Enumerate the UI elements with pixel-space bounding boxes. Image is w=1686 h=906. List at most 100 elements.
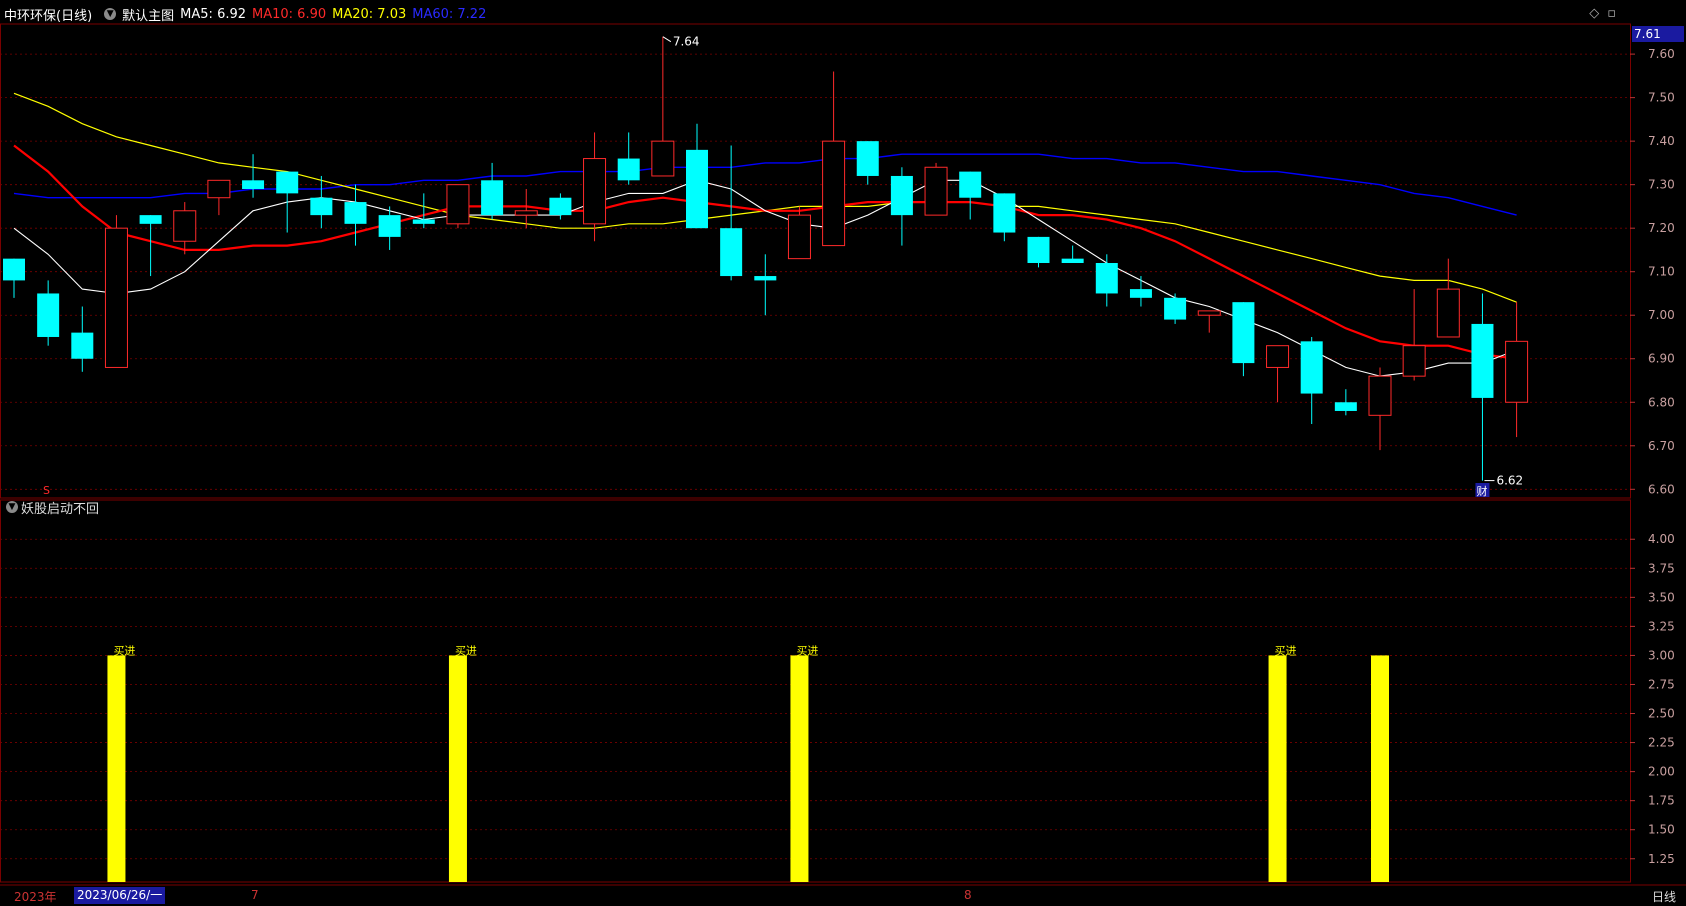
candle-body	[617, 158, 640, 181]
candle-body	[1505, 340, 1529, 403]
candle	[104, 215, 128, 368]
candle-body	[1232, 302, 1255, 364]
signal-label: 买进	[796, 644, 818, 657]
main-y-tick-label: 7.30	[1648, 178, 1675, 192]
candle-body	[139, 215, 162, 224]
candle	[481, 162, 504, 220]
candle-body	[822, 140, 846, 247]
main-y-tick-label: 7.50	[1648, 91, 1675, 105]
main-y-tick-label: 7.10	[1648, 265, 1675, 279]
candle-body	[344, 202, 367, 224]
main-y-tick-label: 6.60	[1648, 482, 1675, 496]
chart-canvas[interactable]: 7.60 7.50 7.40 7.30 7.20 7.10 7.00 6.90 6.80 6.70…	[0, 0, 1686, 906]
candle-body	[104, 227, 128, 368]
main-y-tick-label: 6.80	[1648, 395, 1675, 409]
candle	[1402, 289, 1426, 381]
candle	[207, 179, 231, 216]
candle	[617, 132, 640, 185]
candle-body	[1368, 375, 1392, 416]
candle	[1300, 336, 1323, 425]
candle-body	[242, 180, 265, 190]
x-label-month-8: 8	[964, 888, 972, 902]
candle	[1164, 293, 1187, 324]
candle-body	[1061, 258, 1084, 263]
candle-body	[993, 193, 1016, 233]
candle	[583, 132, 607, 242]
candle-body	[1095, 263, 1118, 294]
ma10-line	[13, 144, 1517, 360]
sub-y-tick-label: 4.00	[1648, 532, 1675, 546]
signal-label: 买进	[455, 644, 477, 657]
sub-y-tick-label: 3.25	[1648, 619, 1675, 633]
indicator-name[interactable]: 妖股启动不回	[21, 498, 99, 517]
candle	[924, 162, 948, 216]
candle-body	[856, 141, 879, 176]
candle-body	[1471, 323, 1494, 398]
main-y-tick-label: 7.40	[1648, 134, 1675, 148]
period-daily-button[interactable]: 日线	[1652, 888, 1676, 905]
s-marker-label: S	[43, 484, 50, 497]
main-y-tick-label: 7.60	[1648, 47, 1675, 61]
current-price-tag: 7.61	[1632, 26, 1684, 42]
indicator-dropdown-icon[interactable]: ▼	[6, 501, 18, 513]
candle	[1061, 245, 1084, 263]
candle-body	[787, 214, 811, 260]
candle-body	[1334, 402, 1357, 411]
candle	[1027, 236, 1050, 268]
candle-body	[1129, 289, 1152, 298]
candle-body	[754, 276, 777, 281]
candle	[71, 306, 94, 372]
signal-bar	[1268, 655, 1287, 882]
main-y-tick-label: 7.00	[1648, 308, 1675, 322]
sub-y-tick-label: 2.50	[1648, 707, 1675, 721]
candle	[686, 123, 708, 229]
sub-y-tick-label: 2.25	[1648, 736, 1675, 750]
candle	[890, 167, 913, 246]
candle-body	[1164, 297, 1187, 320]
candle	[37, 280, 60, 346]
candle-body	[686, 149, 708, 229]
candle	[1266, 345, 1290, 403]
candle-body	[412, 219, 435, 224]
candle-body	[1300, 341, 1323, 394]
candle	[856, 141, 879, 185]
candle	[1129, 276, 1152, 307]
candle	[173, 202, 197, 255]
candle-body	[959, 171, 982, 198]
candle-body	[890, 175, 913, 216]
candle	[1334, 389, 1357, 416]
main-y-tick-label: 7.20	[1648, 221, 1675, 235]
candle-body	[207, 179, 231, 199]
low-price-label: 6.62	[1496, 474, 1523, 488]
candle-body	[446, 184, 470, 225]
candle	[242, 154, 265, 198]
sub-y-tick-label: 3.00	[1648, 648, 1675, 662]
signal-bar	[107, 655, 126, 882]
candle-body	[1197, 310, 1221, 316]
candle-body	[924, 166, 948, 216]
sub-y-tick-label: 2.75	[1648, 677, 1675, 691]
candle-body	[583, 158, 607, 225]
candle-body	[514, 210, 538, 216]
candle	[446, 184, 470, 229]
candle	[1505, 302, 1529, 438]
candle-body	[276, 171, 299, 194]
sub-y-tick-label: 3.75	[1648, 561, 1675, 575]
candle	[276, 171, 299, 233]
candle	[1095, 254, 1118, 307]
signal-bar	[790, 655, 809, 882]
candle	[310, 175, 333, 229]
sub-y-tick-label: 1.50	[1648, 823, 1675, 837]
signal-label: 买进	[113, 644, 135, 657]
indicator-header: ▼ 妖股启动不回	[0, 498, 99, 517]
sub-y-tick-label: 2.00	[1648, 765, 1675, 779]
signal-bar	[448, 655, 467, 882]
candle-body	[3, 258, 25, 281]
candle	[1436, 258, 1460, 338]
sub-y-tick-label: 1.25	[1648, 852, 1675, 866]
candle	[3, 258, 25, 298]
signal-label: 买进	[1275, 644, 1297, 657]
x-label-year: 2023年	[14, 890, 57, 904]
fin-marker-label: 财	[1476, 484, 1487, 498]
candle-body	[1027, 236, 1050, 263]
